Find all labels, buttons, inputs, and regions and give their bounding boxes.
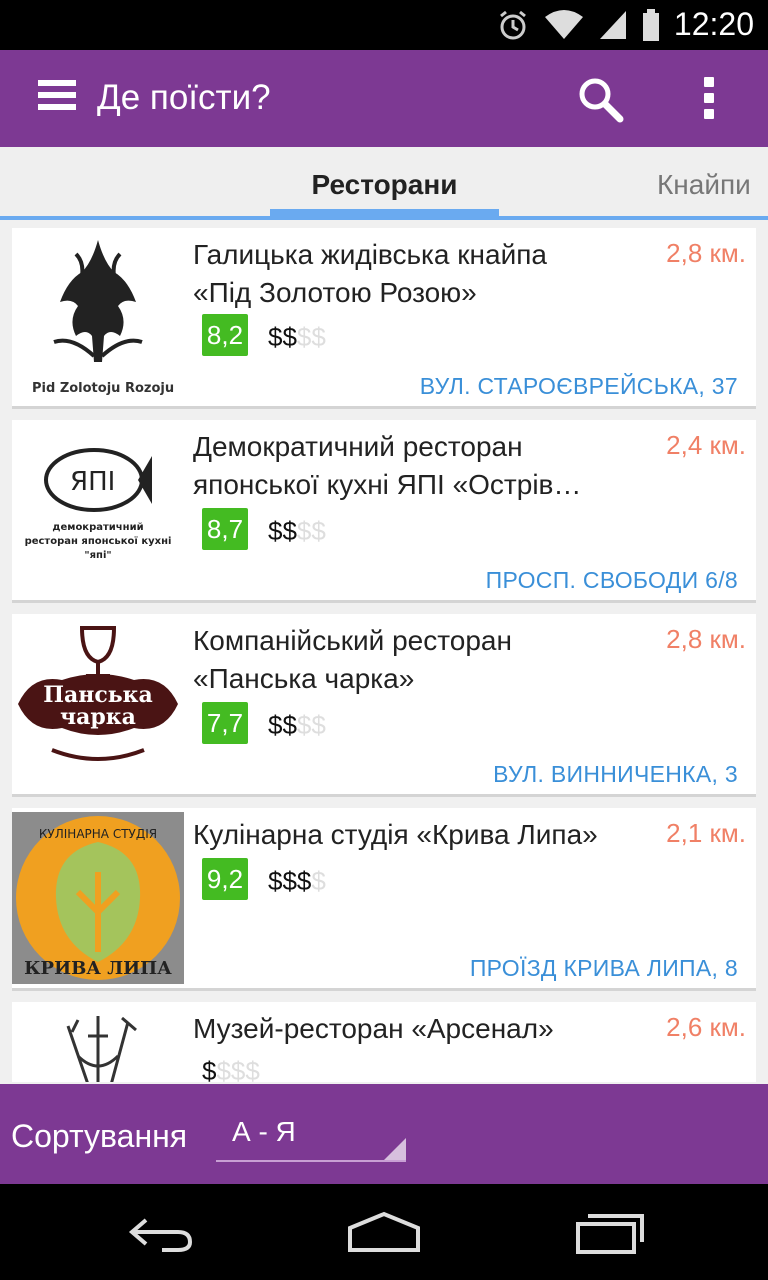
restaurant-card[interactable]: Pid Zolotoju Rozoju Галицька жидівська к… (12, 228, 756, 409)
price-level: $$$$ (268, 866, 326, 896)
menu-icon[interactable] (38, 80, 76, 116)
app-bar: Де поїсти? (0, 50, 768, 147)
svg-text:"япі": "япі" (84, 550, 111, 561)
price-level: $$$$ (268, 710, 326, 740)
dropdown-indicator-icon (384, 1138, 406, 1160)
sort-bar: Сортування А - Я (0, 1084, 768, 1184)
svg-text:демократичний: демократичний (52, 522, 143, 533)
price-level: $$$$ (202, 1056, 260, 1082)
restaurant-name: Компанійський ресторан «Панська чарка» (193, 625, 512, 694)
rating-badge: 9,2 (202, 858, 248, 900)
restaurant-address[interactable]: ПРОЇЗД КРИВА ЛИПА, 8 (470, 955, 738, 982)
sort-select-value: А - Я (232, 1116, 296, 1147)
alarm-icon (500, 10, 526, 40)
wifi-icon (545, 10, 583, 39)
sort-select[interactable]: А - Я (216, 1110, 406, 1162)
tab-bar: Ресторани Кнайпи (0, 147, 768, 220)
price-level: $$$$ (268, 516, 326, 546)
signal-icon (600, 11, 626, 39)
restaurant-distance: 2,8 км. (666, 238, 746, 268)
app-title: Де поїсти? (97, 78, 271, 117)
recent-apps-icon[interactable] (574, 1210, 646, 1256)
svg-text:КУЛІНАРНА СТУДІЯ: КУЛІНАРНА СТУДІЯ (39, 827, 157, 841)
logo-text: Pid Zolotoju Rozoju (32, 381, 174, 396)
restaurant-address[interactable]: ВУЛ. ВИННИЧЕНКА, 3 (493, 761, 738, 788)
back-icon[interactable] (126, 1210, 194, 1254)
restaurant-card[interactable]: Панська чарка Компанійський ресторан «Па… (12, 614, 756, 797)
restaurant-distance: 2,1 км. (666, 818, 746, 848)
tab-pubs[interactable]: Кнайпи (657, 169, 751, 201)
tab-restaurants[interactable]: Ресторани (270, 169, 499, 201)
restaurant-card[interactable]: ЯПІ демократичний ресторан японської кух… (12, 420, 756, 603)
restaurant-logo: ЯПІ демократичний ресторан японської кух… (12, 424, 184, 596)
restaurant-distance: 2,4 км. (666, 430, 746, 460)
active-tab-indicator (270, 209, 499, 217)
system-nav-bar (0, 1184, 768, 1280)
svg-text:ресторан японської кухні: ресторан японської кухні (25, 535, 172, 547)
restaurant-logo: Панська чарка (12, 618, 184, 790)
status-bar: 12:20 (0, 0, 768, 50)
logo-fish-text: ЯПІ (70, 467, 115, 497)
overflow-menu-icon[interactable] (704, 77, 718, 121)
restaurant-name: Галицька жидівська кнайпа «Під Золотою Р… (193, 239, 547, 308)
restaurant-name: Музей-ресторан «Арсенал» (193, 1013, 554, 1044)
search-icon[interactable] (576, 75, 624, 123)
battery-icon (643, 9, 659, 41)
restaurant-logo (12, 1006, 184, 1082)
restaurant-card[interactable]: КУЛІНАРНА СТУДІЯ КРИВА ЛИПА Кулінарна ст… (12, 808, 756, 991)
restaurant-distance: 2,8 км. (666, 624, 746, 654)
rating-badge: 8,2 (202, 314, 248, 356)
restaurant-name: Демократичний ресторан японської кухні Я… (193, 431, 582, 500)
rating-badge: 8,7 (202, 508, 248, 550)
price-level: $$$$ (268, 322, 326, 352)
restaurant-logo: КУЛІНАРНА СТУДІЯ КРИВА ЛИПА (12, 812, 184, 984)
restaurant-name: Кулінарна студія «Крива Липа» (193, 819, 598, 850)
restaurant-logo: Pid Zolotoju Rozoju (12, 232, 184, 404)
restaurant-list[interactable]: Pid Zolotoju Rozoju Галицька жидівська к… (0, 220, 768, 1082)
status-time: 12:20 (673, 6, 754, 42)
restaurant-card[interactable]: Музей-ресторан «Арсенал» 2,6 км. $$$$ (12, 1002, 756, 1082)
svg-text:КРИВА ЛИПА: КРИВА ЛИПА (24, 958, 172, 979)
status-icons (496, 8, 660, 42)
restaurant-distance: 2,6 км. (666, 1012, 746, 1042)
svg-text:чарка: чарка (60, 704, 136, 730)
rating-badge: 7,7 (202, 702, 248, 744)
restaurant-address[interactable]: ПРОСП. СВОБОДИ 6/8 (486, 567, 738, 594)
sort-label: Сортування (11, 1118, 188, 1154)
restaurant-address[interactable]: ВУЛ. СТАРОЄВРЕЙСЬКА, 37 (420, 373, 738, 400)
home-icon[interactable] (346, 1210, 422, 1254)
